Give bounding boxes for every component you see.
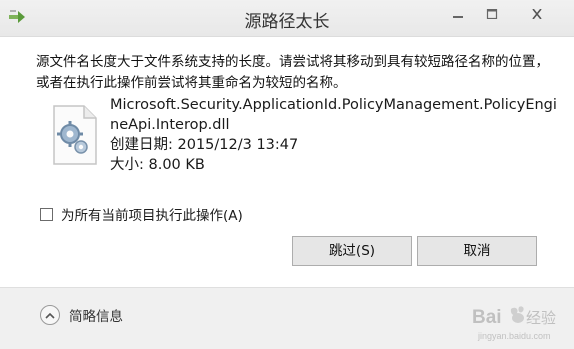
apply-to-all-checkbox[interactable] xyxy=(40,207,53,221)
apply-to-all-label[interactable]: 为所有当前项目执行此操作(A) xyxy=(61,204,243,224)
svg-text:经验: 经验 xyxy=(526,310,556,327)
source-path-too-long-dialog: 源路径太长 源文件名长度大于文件系统支持的长度。请尝试将其移动到具有较短路径名称… xyxy=(0,0,574,349)
dialog-footer: 简略信息 Bai 经验 jingyan.baidu.com xyxy=(0,287,574,349)
svg-text:jingyan.baidu.com: jingyan.baidu.com xyxy=(477,331,551,341)
apply-to-all-option[interactable]: 为所有当前项目执行此操作(A) xyxy=(40,204,243,224)
file-info: Microsoft.Security.ApplicationId.PolicyM… xyxy=(110,95,562,175)
maximize-icon xyxy=(486,9,498,19)
fewer-details-toggle[interactable]: 简略信息 xyxy=(40,305,123,325)
baidu-jingyan-watermark: Bai 经验 jingyan.baidu.com xyxy=(472,306,556,341)
dll-file-gear-icon xyxy=(53,105,97,165)
error-message: 源文件名长度大于文件系统支持的长度。请尝试将其移动到具有较短路径名称的位置，或者… xyxy=(36,54,549,91)
skip-button[interactable]: 跳过(S) xyxy=(292,236,412,266)
close-icon xyxy=(532,9,542,19)
file-created-date: 创建日期: 2015/12/3 13:47 xyxy=(110,137,299,153)
fewer-details-label[interactable]: 简略信息 xyxy=(69,305,123,325)
title-bar[interactable]: 源路径太长 xyxy=(0,0,574,37)
cancel-button[interactable]: 取消 xyxy=(417,236,537,266)
minimize-icon xyxy=(453,16,463,18)
close-button[interactable] xyxy=(504,0,570,28)
file-name: Microsoft.Security.ApplicationId.PolicyM… xyxy=(110,97,557,133)
svg-text:Bai: Bai xyxy=(472,307,502,328)
maximize-button[interactable] xyxy=(477,0,507,28)
file-size: 大小: 8.00 KB xyxy=(110,157,205,173)
chevron-up-icon[interactable] xyxy=(40,305,60,325)
minimize-button[interactable] xyxy=(443,0,473,28)
